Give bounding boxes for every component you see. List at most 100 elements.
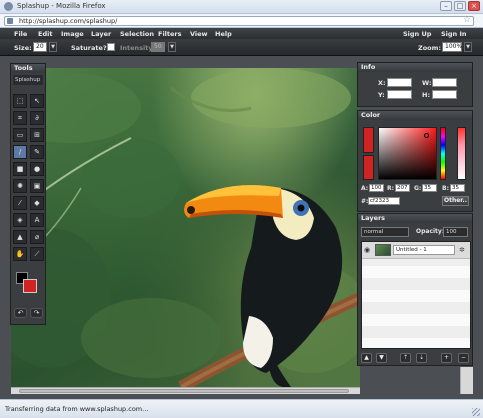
url-input[interactable]: http://splashup.com/splashup/ — [4, 16, 474, 26]
opacity-select[interactable]: 100 — [443, 227, 468, 237]
alpha-input[interactable]: 100 — [369, 184, 384, 192]
alpha-label: A: — [361, 185, 369, 192]
w-label: W: — [422, 79, 432, 87]
other-color-button[interactable]: Other.. — [442, 196, 469, 206]
tools-panel-title: Tools — [11, 64, 45, 73]
close-button[interactable]: × — [468, 1, 480, 11]
zoom-dropdown-button[interactable]: ▼ — [464, 42, 472, 52]
green-label: G: — [414, 185, 422, 192]
text-icon[interactable]: A — [30, 213, 44, 227]
previous-color-swatch[interactable] — [363, 155, 374, 180]
red-input[interactable]: 207 — [395, 184, 410, 192]
color-picker-icon[interactable]: ⟋ — [30, 247, 44, 261]
layers-panel: Layers normal Opacity: 100 ◉ Untitled - … — [357, 213, 473, 366]
hand-icon[interactable]: ✋ — [13, 247, 27, 261]
menu-filters[interactable]: Filters — [158, 30, 182, 38]
saturate-checkbox[interactable] — [107, 43, 115, 51]
visibility-eye-icon[interactable]: ◉ — [364, 246, 370, 254]
pencil-icon[interactable]: / — [13, 145, 27, 159]
move-icon[interactable]: ↖ — [30, 94, 44, 108]
saturation-value-field[interactable] — [378, 127, 437, 180]
intensity-input[interactable]: 50 — [151, 42, 165, 52]
blue-input[interactable]: 35 — [450, 184, 465, 192]
fill-icon[interactable]: ⌀ — [30, 230, 44, 244]
sign-up-link[interactable]: Sign Up — [403, 30, 431, 38]
opacity-label: Opacity: — [416, 228, 445, 235]
ellipse-icon[interactable]: ● — [30, 162, 44, 176]
options-bar: Size: 20 ▼ Saturate?: Intensity: 50 ▼ Zo… — [0, 39, 483, 56]
move-layer-down-button[interactable]: ▼ — [376, 353, 387, 363]
window-controls: – □ × — [440, 1, 480, 11]
x-label: X: — [378, 79, 386, 87]
menu-bar: File Edit Image Layer Selection Filters … — [0, 28, 483, 39]
merge-down-button[interactable]: ⇣ — [416, 353, 427, 363]
alpha-slider[interactable] — [457, 127, 466, 180]
redo-button[interactable]: ↷ — [30, 308, 43, 318]
horizontal-scroll-thumb[interactable] — [19, 389, 349, 393]
eraser-icon[interactable]: ◆ — [30, 196, 44, 210]
layer-thumbnail — [375, 244, 391, 256]
menu-image[interactable]: Image — [61, 30, 84, 38]
sign-in-link[interactable]: Sign In — [441, 30, 467, 38]
vertical-scrollbar[interactable] — [460, 367, 473, 394]
toucan-photo — [11, 68, 360, 387]
resize-grip-icon[interactable] — [472, 408, 480, 416]
horizontal-scrollbar[interactable] — [11, 387, 360, 394]
y-value-box — [387, 90, 412, 99]
sharpen-icon[interactable]: ▲ — [13, 230, 27, 244]
clone-icon[interactable]: ◈ — [13, 213, 27, 227]
address-bar: http://splashup.com/splashup/ ☆ — [0, 14, 483, 28]
info-panel-title: Info — [358, 63, 472, 72]
dropper-icon[interactable]: ⁄ — [13, 196, 27, 210]
lasso-icon[interactable]: ∂ — [30, 111, 44, 125]
size-dropdown-button[interactable]: ▼ — [49, 42, 57, 52]
crop-icon[interactable]: ⌗ — [13, 111, 27, 125]
maximize-button[interactable]: □ — [454, 1, 466, 11]
selection-rect-icon[interactable]: ▭ — [13, 128, 27, 142]
info-panel: Info X: W: Y: H: — [357, 62, 473, 107]
w-value-box — [432, 78, 457, 87]
background-color-swatch[interactable] — [23, 279, 37, 293]
browser-statusbar: Transferring data from www.splashup.com.… — [0, 399, 483, 418]
merge-up-button[interactable]: ⇡ — [400, 353, 411, 363]
green-input[interactable]: 35 — [422, 184, 437, 192]
minimize-button[interactable]: – — [440, 1, 452, 11]
menu-help[interactable]: Help — [215, 30, 232, 38]
site-icon — [7, 18, 13, 24]
color-cursor[interactable] — [424, 133, 429, 138]
add-layer-button[interactable]: + — [441, 353, 452, 363]
gradient-icon[interactable]: ▣ — [30, 179, 44, 193]
brush-icon[interactable]: ✎ — [30, 145, 44, 159]
h-value-box — [432, 90, 457, 99]
menu-file[interactable]: File — [14, 30, 27, 38]
blur-icon[interactable]: ✺ — [13, 179, 27, 193]
move-layer-up-button[interactable]: ▲ — [361, 353, 372, 363]
current-color-swatch[interactable] — [363, 127, 374, 153]
image-canvas[interactable] — [11, 68, 360, 387]
zoom-select[interactable]: 100% — [442, 42, 462, 52]
layer-name-field[interactable]: Untitled - 1 — [393, 245, 455, 255]
saturate-label: Saturate?: — [71, 44, 110, 52]
bookmark-star-icon[interactable]: ☆ — [463, 15, 471, 25]
marquee-icon[interactable]: ⬚ — [13, 94, 27, 108]
rectangle-icon[interactable]: ■ — [13, 162, 27, 176]
blend-mode-select[interactable]: normal — [361, 227, 409, 237]
blue-label: B: — [442, 185, 449, 192]
hex-input[interactable]: cf2323 — [368, 197, 400, 205]
undo-button[interactable]: ↶ — [14, 308, 27, 318]
menu-layer[interactable]: Layer — [91, 30, 111, 38]
hue-slider[interactable] — [440, 127, 446, 180]
intensity-dropdown-button[interactable]: ▼ — [168, 42, 176, 52]
menu-selection[interactable]: Selection — [120, 30, 154, 38]
transform-icon[interactable]: ⊞ — [30, 128, 44, 142]
splashup-logo: Splashup — [13, 75, 43, 85]
delete-layer-button[interactable]: − — [458, 353, 469, 363]
layer-options-icon[interactable]: ✲ — [459, 246, 465, 254]
color-panel: Color A: 100 R: 207 G: 35 B: 35 #: cf232… — [357, 110, 473, 212]
size-input[interactable]: 20 — [33, 42, 47, 52]
menu-view[interactable]: View — [190, 30, 208, 38]
layer-row[interactable]: ◉ Untitled - 1 ✲ — [362, 242, 470, 259]
menu-edit[interactable]: Edit — [38, 30, 52, 38]
intensity-label: Intensity: — [120, 44, 156, 52]
size-label: Size: — [14, 44, 32, 52]
